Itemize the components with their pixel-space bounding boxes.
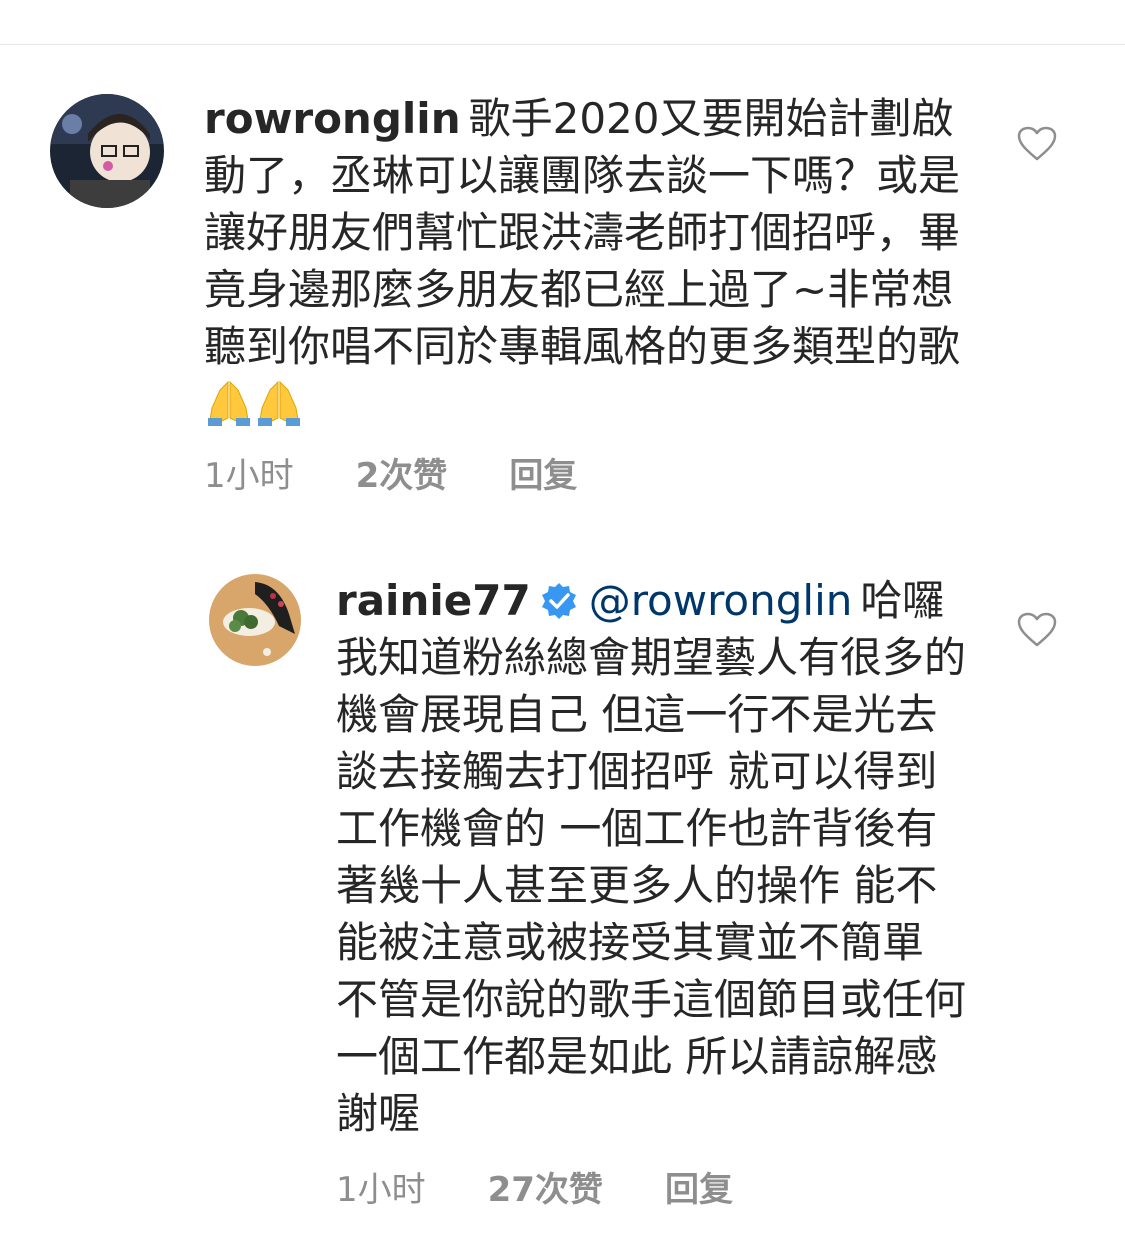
heart-outline-icon[interactable] xyxy=(1017,126,1057,162)
comment-username[interactable]: rainie77 xyxy=(336,576,531,625)
heart-outline-icon[interactable] xyxy=(1017,612,1057,648)
comment-meta: 1小时 2次赞 回复 xyxy=(204,448,577,497)
comment-text: rainie77 @rowronglin 哈囉 我知道粉絲總會期望藝人有很多的機會展… xyxy=(336,572,966,1142)
comment-username[interactable]: rowronglin xyxy=(204,94,461,143)
avatar[interactable] xyxy=(50,94,164,208)
comment-body: 哈囉 我知道粉絲總會期望藝人有很多的機會展現自己 但這一行不是光去談去接觸去打個… xyxy=(336,576,967,1138)
folded-hands-emoji xyxy=(254,378,304,428)
mention-link[interactable]: @rowronglin xyxy=(589,576,853,625)
folded-hands-emoji xyxy=(204,378,254,428)
avatar[interactable] xyxy=(209,574,301,666)
top-divider xyxy=(0,44,1125,45)
like-count[interactable]: 2次赞 xyxy=(356,448,448,497)
reply-button[interactable]: 回复 xyxy=(665,1162,733,1211)
comment-time: 1小时 xyxy=(204,456,294,496)
comment-meta: 1小时 27次赞 回复 xyxy=(336,1162,733,1211)
comment-time: 1小时 xyxy=(336,1170,426,1210)
like-count[interactable]: 27次赞 xyxy=(488,1162,603,1211)
comment-text: rowronglin 歌手2020又要開始計劃啟動了，丞琳可以讓團隊去談一下嗎？或… xyxy=(204,90,964,432)
reply-button[interactable]: 回复 xyxy=(509,448,577,497)
verified-badge-icon xyxy=(539,578,579,619)
